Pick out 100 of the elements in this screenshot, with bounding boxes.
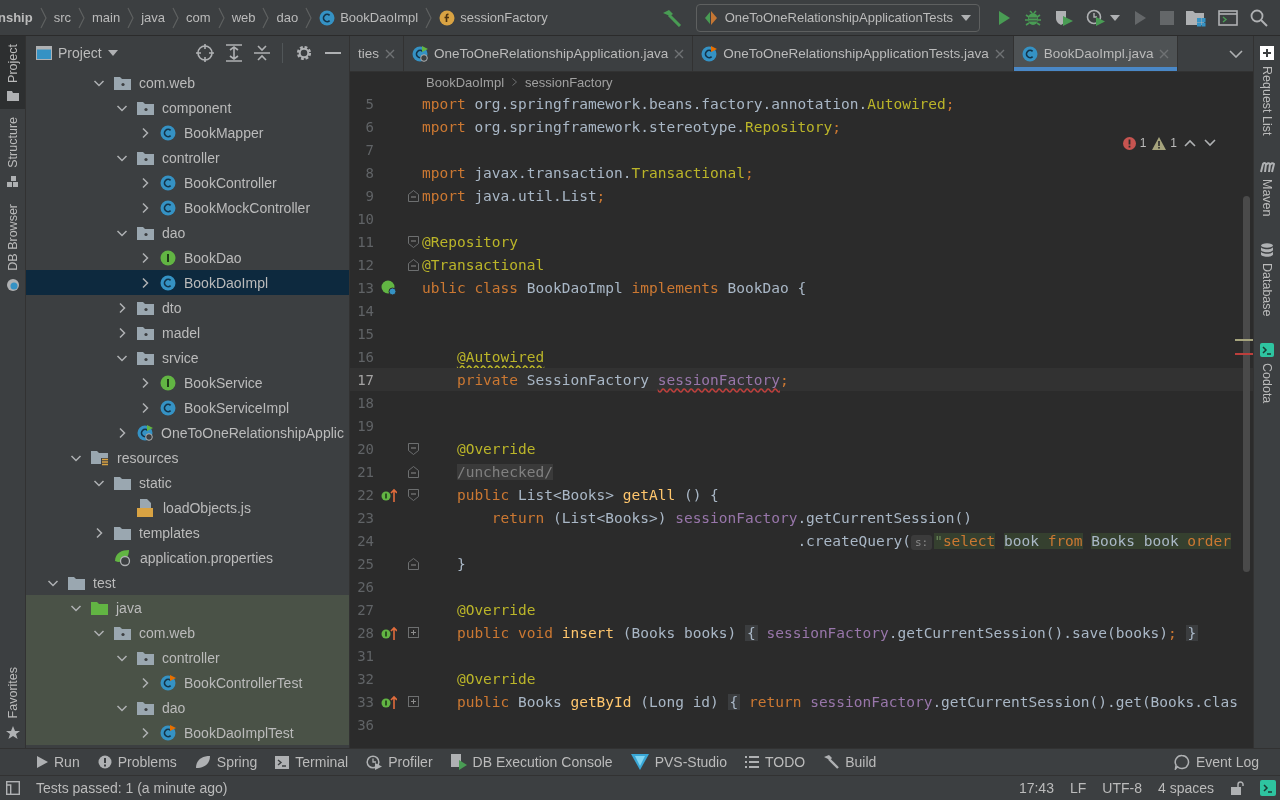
tree-item[interactable]: madel	[26, 320, 349, 345]
tree-item[interactable]: dao	[26, 220, 349, 245]
panel-title[interactable]: Project	[58, 45, 102, 61]
editor-tab[interactable]: BookDaoImpl.java	[1013, 36, 1179, 71]
settings-icon[interactable]	[295, 44, 313, 62]
run-configuration-dropdown[interactable]: OneToOneRelationshipApplicationTests	[695, 3, 980, 32]
tree-item[interactable]: application.properties	[26, 545, 349, 570]
class-icon	[160, 274, 176, 291]
tree-item[interactable]: BookControllerTest	[26, 670, 349, 695]
folder-icon	[114, 525, 131, 540]
tree-item[interactable]: dao	[26, 695, 349, 720]
breadcrumb-item[interactable]: BookDaoImpl	[319, 9, 419, 26]
tool-window-button[interactable]: Event Log	[1166, 754, 1266, 770]
tree-item[interactable]: OneToOneRelationshipApplic	[26, 420, 349, 445]
breadcrumb-item[interactable]: com	[186, 10, 211, 25]
panel-toggle-icon[interactable]	[6, 781, 20, 795]
breadcrumb-item[interactable]: java	[141, 10, 166, 25]
editor-tab[interactable]: ties	[350, 36, 404, 71]
warning-circle-icon	[97, 755, 112, 769]
status-item[interactable]: 4 spaces	[1157, 780, 1214, 796]
breadcrumb-item[interactable]: web	[231, 10, 256, 25]
tree-item[interactable]: BookController	[26, 170, 349, 195]
fold-icon[interactable]	[408, 557, 419, 570]
breadcrumb-item[interactable]: dao	[276, 10, 299, 25]
unfold-icon[interactable]	[408, 696, 419, 707]
tool-window-tab[interactable]: Database	[1260, 243, 1274, 317]
tool-window-button[interactable]: TODO	[738, 754, 813, 770]
codota-icon[interactable]	[1260, 780, 1276, 796]
tree-item[interactable]: com.web	[26, 70, 349, 95]
lock-icon[interactable]	[1230, 781, 1244, 795]
caret-icon[interactable]	[107, 50, 118, 56]
warning-count[interactable]: 1	[1152, 136, 1177, 150]
status-item[interactable]: 17:43	[1018, 780, 1054, 796]
fold-icon[interactable]	[408, 488, 419, 501]
tool-window-tab[interactable]: Project	[0, 36, 25, 109]
breadcrumb-item[interactable]: src	[53, 10, 71, 25]
collapse-all-icon[interactable]	[254, 44, 270, 62]
tree-item[interactable]: BookMockController	[26, 195, 349, 220]
fold-icon[interactable]	[408, 465, 419, 478]
tool-window-button[interactable]: Run	[30, 754, 87, 770]
tree-item[interactable]: resources	[26, 445, 349, 470]
tree-item[interactable]: java	[26, 595, 349, 620]
tree-item[interactable]: BookDaoImplTest	[26, 720, 349, 745]
tool-window-tab[interactable]: Favorites	[0, 658, 25, 748]
tree-item[interactable]: static	[26, 470, 349, 495]
minimize-icon[interactable]	[325, 51, 341, 55]
tool-window-tab[interactable]: DB Browser	[0, 195, 25, 301]
tool-window-button[interactable]: Profiler	[359, 754, 440, 770]
tool-window-button[interactable]: DB Execution Console	[443, 754, 620, 770]
tool-window-tab[interactable]: Request List	[1260, 46, 1274, 136]
editor-tab[interactable]: OneToOneRelationshipApplicationTests.java	[693, 36, 1014, 71]
tree-item[interactable]: BookMapper	[26, 120, 349, 145]
breadcrumb-item[interactable]: main	[92, 10, 121, 25]
error-count[interactable]: 1	[1122, 136, 1147, 150]
breadcrumb-item[interactable]: BookDaoImpl	[426, 74, 505, 90]
tree-item[interactable]: controller	[26, 645, 349, 670]
status-item[interactable]: LF	[1069, 780, 1087, 796]
close-icon[interactable]	[994, 48, 1005, 59]
tree-item[interactable]: BookService	[26, 370, 349, 395]
fold-icon[interactable]	[408, 235, 419, 248]
fold-icon[interactable]	[408, 189, 419, 202]
breadcrumb-item[interactable]: sessionFactory	[439, 9, 548, 26]
expand-all-icon[interactable]	[226, 44, 242, 62]
implements-icon[interactable]	[381, 486, 397, 503]
tool-window-tab[interactable]: Structure	[0, 108, 25, 196]
tool-window-button[interactable]: PVS-Studio	[623, 754, 734, 770]
status-item[interactable]: UTF-8	[1102, 780, 1142, 796]
tree-item[interactable]: templates	[26, 520, 349, 545]
tree-item[interactable]: controller	[26, 145, 349, 170]
close-icon[interactable]	[674, 48, 685, 59]
implements-icon[interactable]	[381, 624, 397, 641]
editor-tab[interactable]: OneToOneRelationshipApplication.java	[404, 36, 694, 71]
implements-icon[interactable]	[381, 693, 397, 710]
spring-bean-icon[interactable]	[381, 279, 397, 296]
tree-item[interactable]: BookDao	[26, 245, 349, 270]
fold-icon[interactable]	[408, 258, 419, 271]
fold-icon[interactable]	[408, 442, 419, 455]
scrollbar[interactable]	[1243, 196, 1250, 572]
tree-item[interactable]: loadObjects.js	[26, 495, 349, 520]
breadcrumb-item[interactable]: sessionFactory	[525, 74, 613, 90]
tree-item[interactable]: com.web	[26, 620, 349, 645]
line-number: 7	[364, 141, 374, 158]
tool-window-button[interactable]: Build	[816, 754, 884, 770]
tree-item[interactable]: component	[26, 95, 349, 120]
tool-window-tab[interactable]: Codota	[1260, 342, 1274, 403]
tool-window-tab[interactable]: Maven	[1259, 161, 1275, 217]
tree-item[interactable]: srvice	[26, 345, 349, 370]
close-icon[interactable]	[385, 48, 395, 59]
unfold-icon[interactable]	[408, 627, 419, 638]
folder-icon	[68, 575, 85, 590]
locate-icon[interactable]	[196, 44, 214, 62]
tool-window-button[interactable]: Terminal	[268, 754, 356, 770]
tree-item[interactable]: BookDaoImpl	[26, 270, 349, 295]
tree-item[interactable]: dto	[26, 295, 349, 320]
hammer-icon[interactable]	[661, 8, 682, 27]
chevron-down-icon[interactable]	[1229, 49, 1243, 58]
tree-item[interactable]: test	[26, 570, 349, 595]
tool-window-button[interactable]: Spring	[187, 754, 265, 770]
tree-item[interactable]: BookServiceImpl	[26, 395, 349, 420]
tool-window-button[interactable]: Problems	[90, 754, 184, 770]
